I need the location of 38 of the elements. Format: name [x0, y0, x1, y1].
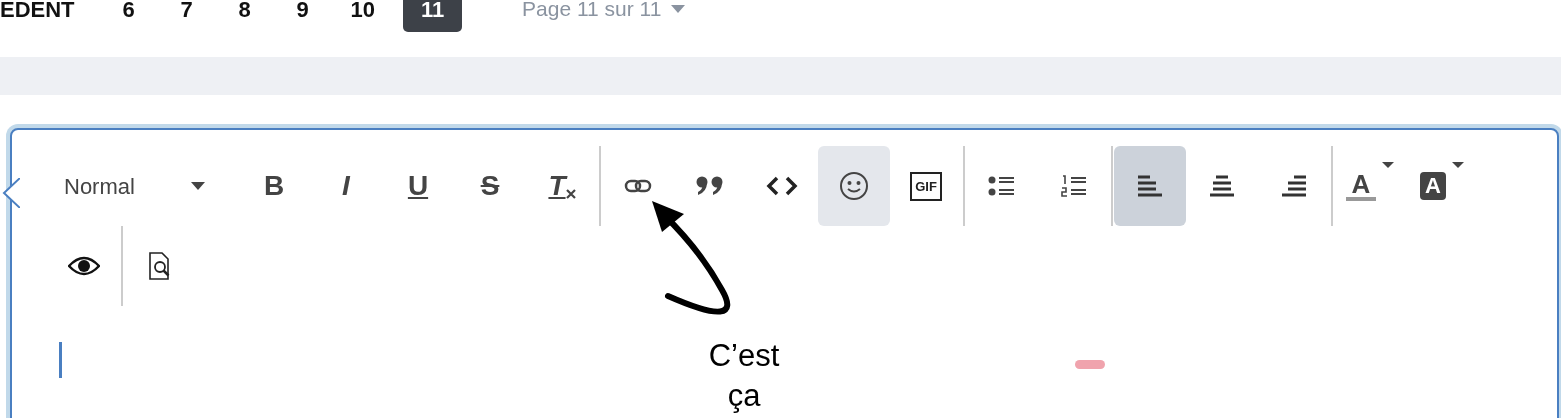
- page-button[interactable]: 7: [166, 0, 207, 32]
- bold-button[interactable]: B: [238, 146, 310, 226]
- underline-button[interactable]: U: [382, 146, 454, 226]
- strike-button[interactable]: S: [454, 146, 526, 226]
- bullet-list-icon: [988, 175, 1016, 197]
- align-right-icon: [1281, 175, 1307, 197]
- color-bar-icon: [1346, 197, 1376, 201]
- clear-button[interactable]: T: [526, 146, 598, 226]
- page-button[interactable]: 11: [403, 0, 463, 32]
- text-color-button[interactable]: A: [1334, 146, 1406, 226]
- caret-icon: [1451, 162, 1464, 168]
- style-dropdown[interactable]: Normal: [48, 146, 238, 226]
- annotation-text: C’est ça: [707, 337, 781, 415]
- previous-link[interactable]: EDENT: [0, 0, 75, 26]
- align-left-button[interactable]: [1114, 146, 1186, 226]
- emoji-button[interactable]: [818, 146, 890, 226]
- document-search-icon: [148, 252, 172, 280]
- highlight-mark: [1075, 360, 1105, 369]
- eye-icon: [68, 256, 100, 276]
- italic-button[interactable]: I: [310, 146, 382, 226]
- page-button[interactable]: 9: [282, 0, 323, 32]
- align-left-icon: [1137, 175, 1163, 197]
- gif-button[interactable]: GIF: [890, 146, 962, 226]
- page-button[interactable]: 8: [224, 0, 265, 32]
- numbered-list-icon: [1061, 174, 1087, 198]
- page-button[interactable]: 10: [340, 0, 386, 32]
- text-cursor: [59, 342, 62, 378]
- pointer-notch: [0, 178, 20, 208]
- smiley-icon: [839, 171, 869, 201]
- link-icon: [624, 179, 652, 193]
- align-center-icon: [1209, 175, 1235, 197]
- page-button[interactable]: 6: [108, 0, 149, 32]
- quote-icon: [695, 176, 725, 196]
- caret-icon: [1382, 162, 1394, 168]
- code-icon: [766, 176, 798, 196]
- caret-icon: [190, 182, 205, 190]
- highlight-button[interactable]: A: [1406, 146, 1478, 226]
- caret-icon: [671, 5, 686, 13]
